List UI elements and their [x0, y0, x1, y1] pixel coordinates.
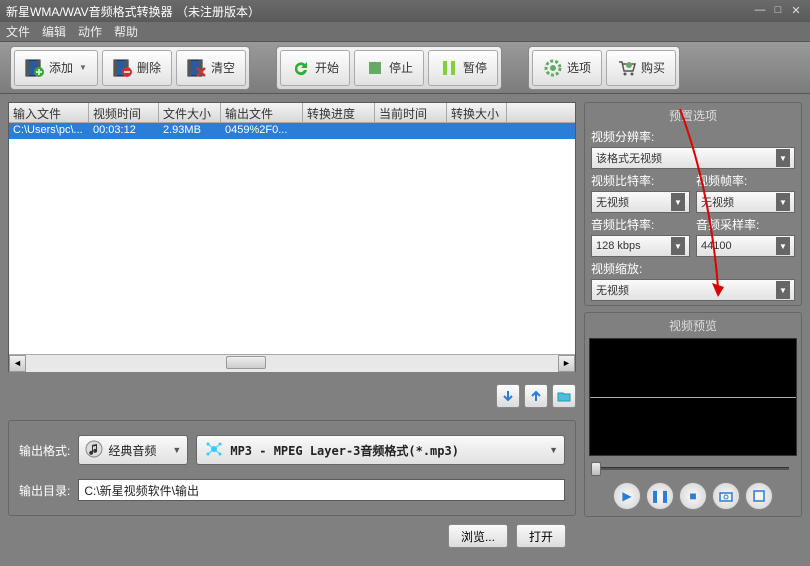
play-button[interactable]: ▶ [613, 482, 641, 510]
menu-help[interactable]: 帮助 [114, 23, 138, 40]
column-header[interactable]: 当前时间 [375, 103, 447, 122]
list-buttons [8, 380, 576, 412]
column-header[interactable]: 输出文件 [221, 103, 303, 122]
dropdown-icon: ▼ [172, 445, 181, 455]
output-panel: 输出格式: 经典音频 ▼ MP3 - MPEG Layer-3音频格式(*.mp… [8, 420, 576, 516]
column-header[interactable]: 输入文件 [9, 103, 89, 122]
fullscreen-button[interactable] [745, 482, 773, 510]
column-header[interactable]: 转换大小 [447, 103, 507, 122]
format-icon [203, 438, 225, 463]
toolbar: 添加 ▼ 删除 清空 开始 停止 暂停 [0, 42, 810, 94]
preview-panel: 视频预览 ▶ ❚❚ ■ [584, 312, 802, 517]
close-button[interactable]: ✕ [788, 4, 804, 18]
refresh-icon [291, 58, 311, 78]
dropdown-icon: ▼ [549, 445, 558, 455]
cart-icon [617, 58, 637, 78]
stop-icon [365, 58, 385, 78]
scroll-thumb[interactable] [226, 356, 266, 369]
output-dir-input[interactable] [78, 479, 565, 501]
music-note-icon [85, 440, 103, 461]
table-row[interactable]: C:\Users\pc\...00:03:122.93MB0459%2F0... [9, 123, 575, 139]
video-fps-select[interactable]: 无视频▼ [696, 191, 795, 213]
output-format-label: 输出格式: [19, 442, 70, 459]
column-header[interactable]: 视频时间 [89, 103, 159, 122]
toolbar-group-misc: 选项 购买 [528, 46, 680, 90]
move-down-button[interactable] [496, 384, 520, 408]
toolbar-group-file: 添加 ▼ 删除 清空 [10, 46, 250, 90]
table-body[interactable]: C:\Users\pc\...00:03:122.93MB0459%2F0... [9, 123, 575, 354]
output-dir-label: 输出目录: [19, 482, 70, 499]
scroll-right-icon[interactable]: ► [558, 355, 575, 372]
window-title: 新星WMA/WAV音频格式转换器 （未注册版本） [6, 3, 260, 20]
film-clear-icon [187, 58, 207, 78]
menu-action[interactable]: 动作 [78, 23, 102, 40]
minimize-button[interactable]: — [752, 4, 768, 18]
video-preview [589, 338, 797, 456]
video-bitrate-select[interactable]: 无视频▼ [591, 191, 690, 213]
preview-title: 视频预览 [589, 317, 797, 334]
folder-button[interactable] [552, 384, 576, 408]
stop-button[interactable]: 停止 [354, 50, 424, 86]
dropdown-icon: ▼ [79, 63, 87, 72]
maximize-button[interactable]: □ [770, 4, 786, 18]
playback-slider[interactable] [591, 462, 795, 474]
video-zoom-select[interactable]: 无视频▼ [591, 279, 795, 301]
preset-title: 预置选项 [591, 107, 795, 124]
output-category-select[interactable]: 经典音频 ▼ [78, 435, 188, 465]
column-header[interactable]: 转换进度 [303, 103, 375, 122]
scroll-left-icon[interactable]: ◄ [9, 355, 26, 372]
options-button[interactable]: 选项 [532, 50, 602, 86]
delete-button[interactable]: 删除 [102, 50, 172, 86]
buy-button[interactable]: 购买 [606, 50, 676, 86]
audio-sample-select[interactable]: 44100▼ [696, 235, 795, 257]
start-button[interactable]: 开始 [280, 50, 350, 86]
column-header[interactable]: 文件大小 [159, 103, 221, 122]
gear-icon [543, 58, 563, 78]
playback-controls: ▶ ❚❚ ■ [589, 480, 797, 512]
pause-icon [439, 58, 459, 78]
menu-file[interactable]: 文件 [6, 23, 30, 40]
toolbar-group-convert: 开始 停止 暂停 [276, 46, 502, 90]
table-header: 输入文件视频时间文件大小输出文件转换进度当前时间转换大小 [9, 103, 575, 123]
snapshot-button[interactable] [712, 482, 740, 510]
output-format-select[interactable]: MP3 - MPEG Layer-3音频格式(*.mp3) ▼ [196, 435, 565, 465]
audio-bitrate-select[interactable]: 128 kbps▼ [591, 235, 690, 257]
stop-play-button[interactable]: ■ [679, 482, 707, 510]
pause-button[interactable]: 暂停 [428, 50, 498, 86]
menubar: 文件 编辑 动作 帮助 [0, 22, 810, 42]
move-up-button[interactable] [524, 384, 548, 408]
file-table: 输入文件视频时间文件大小输出文件转换进度当前时间转换大小 C:\Users\pc… [8, 102, 576, 372]
titlebar: 新星WMA/WAV音频格式转换器 （未注册版本） — □ ✕ [0, 0, 810, 22]
browse-button[interactable]: 浏览... [448, 524, 508, 548]
add-button[interactable]: 添加 ▼ [14, 50, 98, 86]
video-resolution-select[interactable]: 该格式无视频▼ [591, 147, 795, 169]
pause-play-button[interactable]: ❚❚ [646, 482, 674, 510]
horizontal-scrollbar[interactable]: ◄ ► [9, 354, 575, 371]
preset-panel: 预置选项 视频分辨率: 该格式无视频▼ 视频比特率: 无视频▼ 视频帧率: 无视… [584, 102, 802, 306]
open-button[interactable]: 打开 [516, 524, 566, 548]
clear-button[interactable]: 清空 [176, 50, 246, 86]
film-delete-icon [113, 58, 133, 78]
menu-edit[interactable]: 编辑 [42, 23, 66, 40]
app-window: 新星WMA/WAV音频格式转换器 （未注册版本） — □ ✕ 文件 编辑 动作 … [0, 0, 810, 566]
film-add-icon [25, 58, 45, 78]
